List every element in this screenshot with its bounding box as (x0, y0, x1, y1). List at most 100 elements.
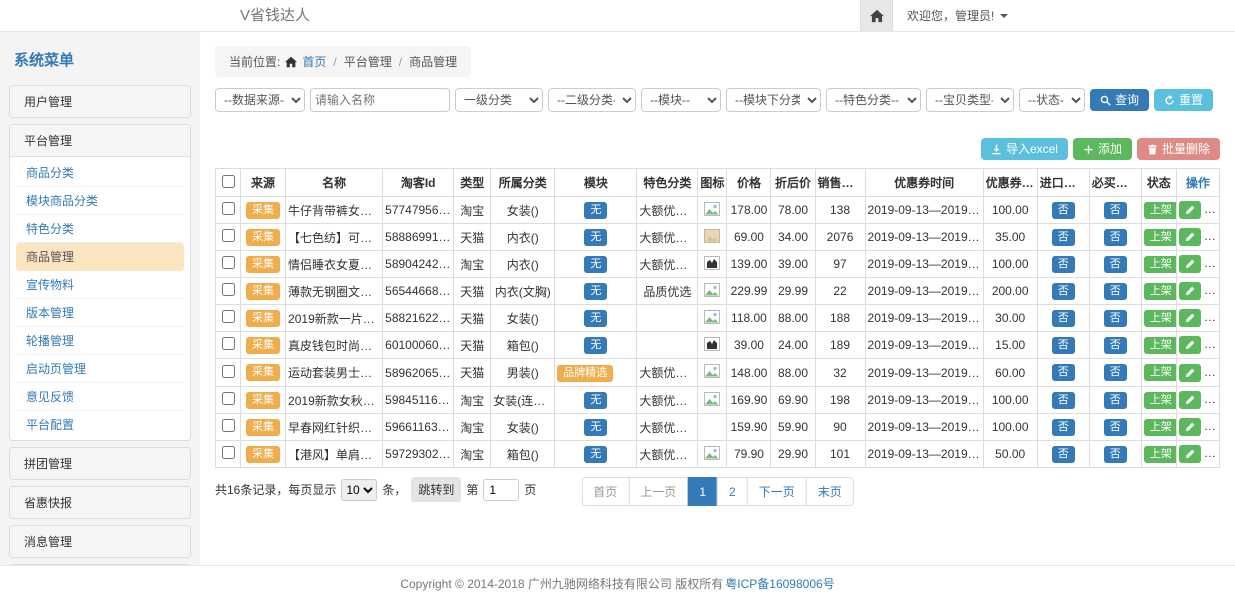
sidebar-item-splash-management[interactable]: 启动页管理 (16, 355, 184, 383)
import-select-toggle[interactable]: 否 (1052, 283, 1075, 300)
must-buy-toggle[interactable]: 否 (1104, 337, 1127, 354)
must-buy-toggle[interactable]: 否 (1104, 310, 1127, 327)
sidebar-item-platform-config[interactable]: 平台配置 (16, 411, 184, 438)
edit-button[interactable] (1179, 418, 1201, 436)
sidebar-item-version-management[interactable]: 版本管理 (16, 299, 184, 327)
sidebar-item-savings-express[interactable]: 省惠快报 (10, 487, 190, 518)
status-badge[interactable]: 上架 (1144, 229, 1177, 246)
per-page-select[interactable]: 10 (341, 479, 377, 501)
edit-button[interactable] (1179, 282, 1201, 300)
sidebar-item-user-management[interactable]: 用户管理 (10, 86, 190, 117)
import-select-toggle[interactable]: 否 (1052, 229, 1075, 246)
must-buy-cell: 否 (1089, 305, 1141, 332)
sidebar-item-goods-management[interactable]: 商品管理 (16, 243, 184, 271)
must-buy-toggle[interactable]: 否 (1104, 283, 1127, 300)
edit-button[interactable] (1179, 309, 1201, 327)
breadcrumb-home-link[interactable]: 首页 (302, 53, 326, 70)
row-checkbox[interactable] (222, 337, 235, 350)
sidebar-item-message-management[interactable]: 消息管理 (10, 526, 190, 557)
pager-prev-button[interactable]: 上一页 (628, 477, 688, 506)
import-select-toggle[interactable]: 否 (1052, 202, 1075, 219)
module-cell: 无 (555, 278, 637, 305)
edit-button[interactable] (1179, 391, 1201, 409)
import-select-toggle[interactable]: 否 (1052, 419, 1075, 436)
name-input[interactable] (310, 88, 450, 112)
batch-delete-button[interactable]: 批量删除 (1137, 138, 1220, 160)
home-button[interactable] (860, 0, 893, 31)
status-select[interactable]: --状态-- (1019, 88, 1085, 112)
add-button[interactable]: 添加 (1073, 138, 1132, 160)
page-number-input[interactable] (483, 479, 519, 501)
row-checkbox[interactable] (222, 419, 235, 432)
must-buy-toggle[interactable]: 否 (1104, 392, 1127, 409)
import-select-toggle[interactable]: 否 (1052, 256, 1075, 273)
coupon-time-cell: 2019-09-13—2019-09-17 (865, 387, 983, 414)
module-sub-category-select[interactable]: --模块下分类-- (726, 88, 821, 112)
source-cell: 采集 (241, 197, 286, 224)
status-badge[interactable]: 上架 (1144, 256, 1177, 273)
module-badge: 无 (584, 310, 607, 327)
edit-button[interactable] (1179, 336, 1201, 354)
type-cell: 淘宝 (454, 414, 491, 441)
type-cell: 天猫 (454, 305, 491, 332)
icp-link[interactable]: 粤ICP备16098006号 (725, 575, 834, 592)
sidebar-item-platform-management[interactable]: 平台管理 (10, 125, 190, 156)
status-badge[interactable]: 上架 (1144, 202, 1177, 219)
row-checkbox[interactable] (222, 365, 235, 378)
must-buy-toggle[interactable]: 否 (1104, 256, 1127, 273)
must-buy-toggle[interactable]: 否 (1104, 364, 1127, 381)
must-buy-toggle[interactable]: 否 (1104, 419, 1127, 436)
status-badge[interactable]: 上架 (1144, 419, 1177, 436)
must-buy-toggle[interactable]: 否 (1104, 446, 1127, 463)
sidebar-item-feedback[interactable]: 意见反馈 (16, 383, 184, 411)
edit-button[interactable] (1179, 364, 1201, 382)
row-checkbox[interactable] (222, 202, 235, 215)
sidebar-item-promo-material[interactable]: 宣传物料 (16, 271, 184, 299)
level1-category-select[interactable]: 一级分类 (455, 88, 543, 112)
status-badge[interactable]: 上架 (1144, 364, 1177, 381)
pager-page-2-button[interactable]: 2 (717, 477, 748, 506)
row-checkbox[interactable] (222, 392, 235, 405)
jump-button[interactable]: 跳转到 (411, 477, 461, 502)
row-checkbox[interactable] (222, 283, 235, 296)
search-button[interactable]: 查询 (1090, 89, 1149, 111)
sidebar-item-carousel-management[interactable]: 轮播管理 (16, 327, 184, 355)
edit-button[interactable] (1179, 228, 1201, 246)
import-select-toggle[interactable]: 否 (1052, 337, 1075, 354)
import-select-toggle[interactable]: 否 (1052, 392, 1075, 409)
item-type-select[interactable]: --宝贝类型-- (926, 88, 1014, 112)
import-select-toggle[interactable]: 否 (1052, 364, 1075, 381)
sidebar-item-goods-category[interactable]: 商品分类 (16, 159, 184, 187)
pager-first-button[interactable]: 首页 (581, 477, 629, 506)
status-badge[interactable]: 上架 (1144, 446, 1177, 463)
edit-button[interactable] (1179, 445, 1201, 463)
pager-last-button[interactable]: 末页 (806, 477, 854, 506)
status-badge[interactable]: 上架 (1144, 310, 1177, 327)
import-excel-button[interactable]: 导入excel (981, 138, 1068, 160)
select-all-checkbox[interactable] (222, 175, 235, 188)
feature-category-select[interactable]: --特色分类-- (826, 88, 921, 112)
row-checkbox[interactable] (222, 229, 235, 242)
row-checkbox[interactable] (222, 446, 235, 459)
import-select-toggle[interactable]: 否 (1052, 310, 1075, 327)
pager-next-button[interactable]: 下一页 (747, 477, 807, 506)
must-buy-toggle[interactable]: 否 (1104, 202, 1127, 219)
data-source-select[interactable]: --数据来源-- (215, 88, 305, 112)
user-menu[interactable]: 欢迎您，管理员! (893, 0, 1022, 31)
pager-page-1-button[interactable]: 1 (687, 477, 718, 506)
level2-category-select[interactable]: --二级分类-- (548, 88, 636, 112)
import-select-toggle[interactable]: 否 (1052, 446, 1075, 463)
row-checkbox[interactable] (222, 310, 235, 323)
status-badge[interactable]: 上架 (1144, 392, 1177, 409)
status-badge[interactable]: 上架 (1144, 283, 1177, 300)
sidebar-item-feature-category[interactable]: 特色分类 (16, 215, 184, 243)
edit-button[interactable] (1179, 201, 1201, 219)
sidebar-item-group-buy-management[interactable]: 拼团管理 (10, 448, 190, 479)
status-badge[interactable]: 上架 (1144, 337, 1177, 354)
row-checkbox[interactable] (222, 256, 235, 269)
module-select[interactable]: --模块-- (641, 88, 721, 112)
sidebar-item-module-goods-category[interactable]: 模块商品分类 (16, 187, 184, 215)
edit-button[interactable] (1179, 255, 1201, 273)
must-buy-toggle[interactable]: 否 (1104, 229, 1127, 246)
reset-button[interactable]: 重置 (1154, 89, 1213, 111)
